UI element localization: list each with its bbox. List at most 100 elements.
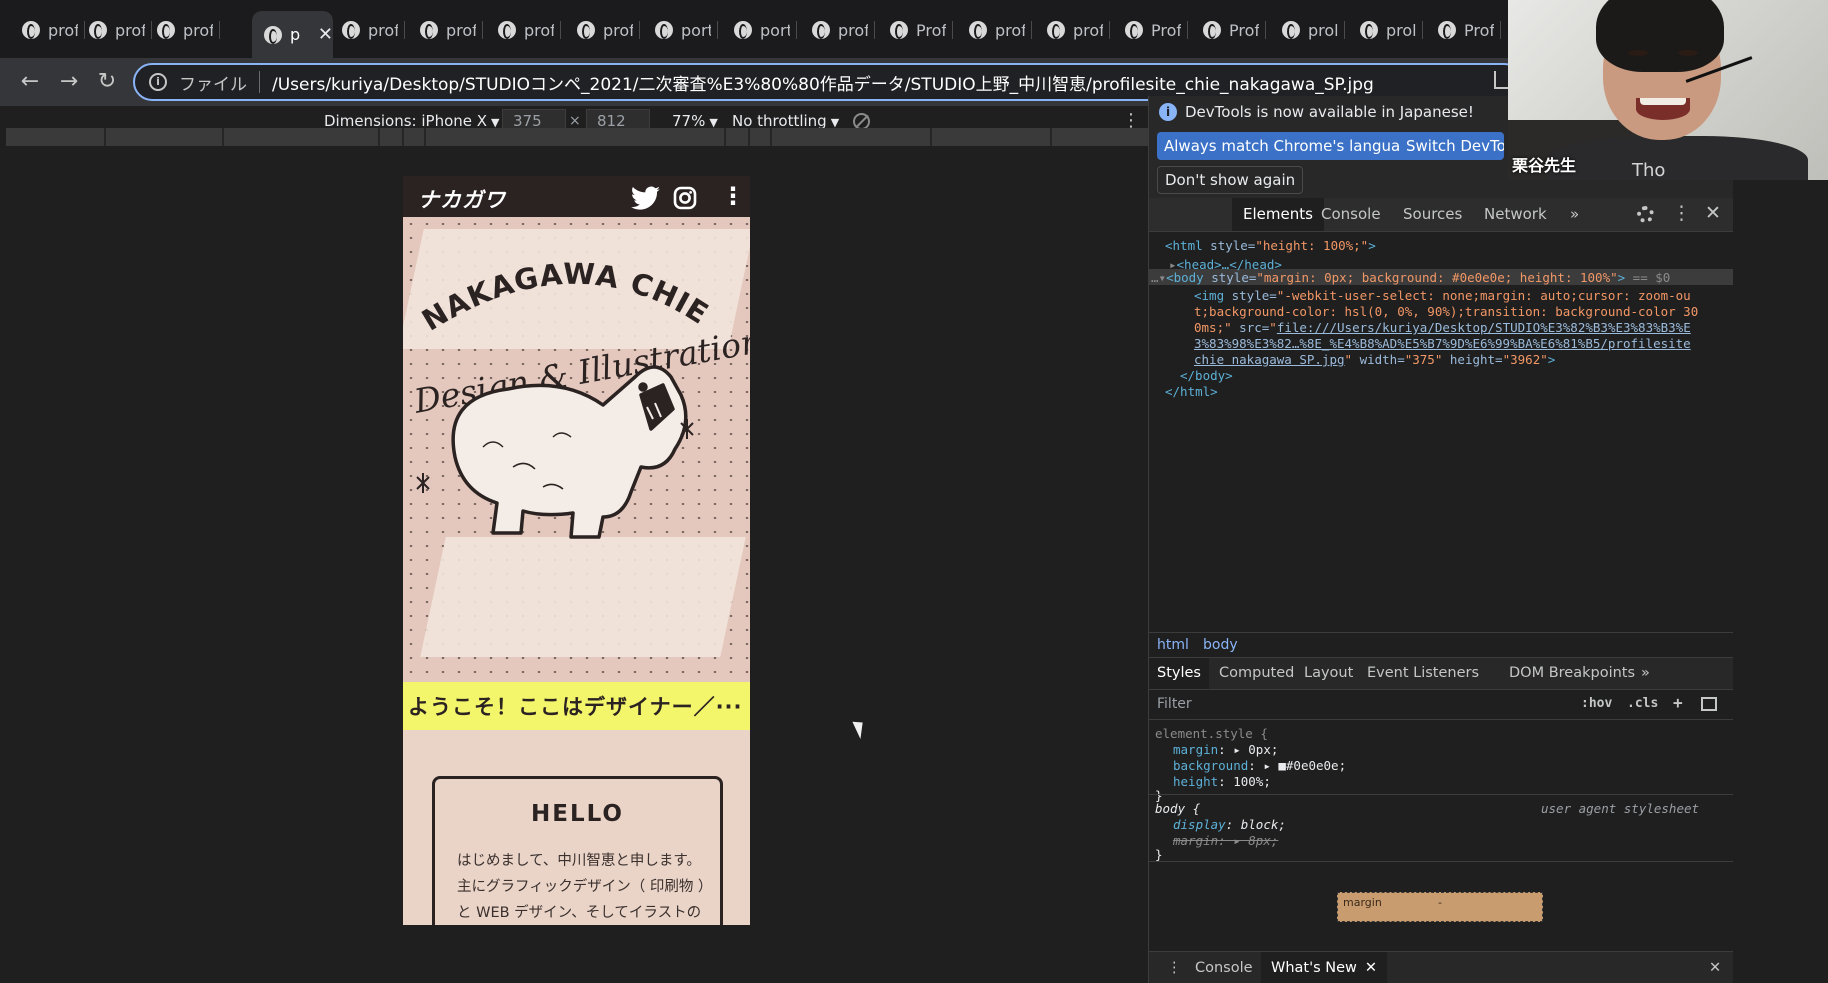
- styles-pane[interactable]: element.style { margin: ▸ 0px; backgroun…: [1149, 720, 1733, 956]
- globe-icon: [1282, 21, 1300, 39]
- dom-node-body-close[interactable]: </body>: [1180, 368, 1233, 384]
- attr-value: t;background-color: hsl(0, 0%, 90%);tran…: [1194, 304, 1699, 319]
- browser-tab[interactable]: Prof: [878, 11, 953, 49]
- site-header: ナカガワ ⋮: [403, 176, 750, 217]
- twitter-icon[interactable]: [631, 186, 661, 210]
- browser-tab[interactable]: prof: [957, 11, 1032, 49]
- tab-layout[interactable]: Layout: [1296, 658, 1361, 689]
- browser-tab[interactable]: p ✕: [252, 11, 333, 58]
- tab-computed[interactable]: Computed: [1211, 658, 1302, 689]
- back-icon[interactable]: ←: [16, 68, 44, 96]
- more-style-tabs-icon[interactable]: »: [1633, 658, 1658, 689]
- dont-show-again-button[interactable]: Don't show again: [1157, 166, 1304, 194]
- browser-tab[interactable]: profi: [565, 11, 640, 49]
- kebab-menu-icon[interactable]: ⋮: [721, 182, 745, 210]
- dom-node-html-close[interactable]: </html>: [1165, 384, 1218, 400]
- site-logo[interactable]: ナカガワ: [418, 184, 506, 214]
- tab-network[interactable]: Network: [1473, 198, 1558, 231]
- browser-tab[interactable]: profi: [408, 11, 483, 49]
- cls-toggle[interactable]: .cls: [1627, 696, 1658, 711]
- tab-separator: [874, 21, 875, 39]
- attr: width=: [1352, 352, 1405, 367]
- css-value: 100%;: [1233, 774, 1271, 789]
- globe-icon: [420, 21, 438, 39]
- browser-tab[interactable]: profi: [330, 11, 405, 49]
- device-viewport[interactable]: ナカガワ ⋮ NAKAGAWA CHIE Design & Illustrati…: [403, 176, 750, 925]
- url-text[interactable]: /Users/kuriya/Desktop/STUDIOコンペ_2021/二次審…: [272, 70, 1374, 95]
- tag: </html>: [1165, 384, 1218, 399]
- settings-gear-icon[interactable]: [1637, 206, 1654, 223]
- sidebar-toggle-icon[interactable]: [1701, 697, 1717, 711]
- browser-tab[interactable]: port: [643, 11, 718, 49]
- crumb-html[interactable]: html: [1157, 637, 1189, 653]
- globe-icon: [1360, 21, 1378, 39]
- instagram-icon[interactable]: [673, 186, 697, 210]
- always-match-language-button[interactable]: Always match Chrome's language: [1157, 132, 1426, 160]
- hov-toggle[interactable]: :hov: [1581, 696, 1612, 711]
- src-link[interactable]: chie nakagawa SP.jpg: [1194, 352, 1345, 367]
- browser-tab[interactable]: Prof: [1113, 11, 1188, 49]
- browser-tab[interactable]: profi: [145, 11, 220, 49]
- dom-node-body[interactable]: …▾<body style="margin: 0px; background: …: [1151, 270, 1670, 286]
- tab-console[interactable]: Console: [1310, 198, 1392, 231]
- browser-tab[interactable]: port: [722, 11, 797, 49]
- tab-separator: [1031, 21, 1032, 39]
- browser-tab[interactable]: prof: [1035, 11, 1110, 49]
- filter-input[interactable]: Filter: [1157, 696, 1192, 712]
- browser-tab[interactable]: Prof: [1191, 11, 1266, 49]
- css-declaration[interactable]: margin: ▸ 0px;: [1173, 742, 1278, 758]
- devtools-menu-icon[interactable]: ⋮: [1672, 202, 1691, 224]
- browser-tab[interactable]: profi: [77, 11, 152, 49]
- browser-tab[interactable]: proli: [1270, 11, 1345, 49]
- tab-separator: [404, 21, 405, 39]
- dom-node-img-cont: t;background-color: hsl(0, 0%, 90%);tran…: [1194, 304, 1698, 320]
- forward-icon[interactable]: →: [55, 68, 83, 96]
- collapse-icon[interactable]: ▾: [1159, 270, 1167, 285]
- attr: style=: [1224, 288, 1277, 303]
- switch-devtools-button[interactable]: Switch DevTool: [1399, 132, 1504, 160]
- css-declaration[interactable]: height: 100%;: [1173, 774, 1271, 790]
- reload-icon[interactable]: ↻: [93, 68, 121, 96]
- browser-tab[interactable]: prof: [800, 11, 875, 49]
- browser-tab[interactable]: profi: [486, 11, 561, 49]
- tab-styles[interactable]: Styles: [1149, 658, 1209, 689]
- user-agent-label: user agent stylesheet: [1541, 801, 1700, 816]
- tab-dom-breakpoints[interactable]: DOM Breakpoints: [1501, 658, 1643, 689]
- css-declaration[interactable]: background: ▸ ■#0e0e0e;: [1173, 758, 1346, 774]
- close-icon[interactable]: ✕: [1365, 960, 1377, 976]
- drawer-tab-console[interactable]: Console: [1185, 952, 1263, 983]
- browser-tab[interactable]: proli: [1348, 11, 1423, 49]
- webcam-participant-name: 栗谷先生: [1512, 156, 1577, 175]
- welcome-banner: ようこそ！ここはデザイナー／···: [403, 682, 750, 730]
- src-link[interactable]: file:///Users/kuriya/Desktop/STUDIO%E3%8…: [1277, 320, 1691, 335]
- src-link[interactable]: 3%83%98%E3%82…%8E_%E4%B8%AD%E5%B7%9D%E6%…: [1194, 336, 1691, 351]
- styles-filter[interactable]: Filter :hov .cls +: [1149, 690, 1733, 720]
- more-tabs-icon[interactable]: »: [1559, 198, 1590, 231]
- close-devtools-icon[interactable]: ✕: [1705, 202, 1721, 224]
- tab-event-listeners[interactable]: Event Listeners: [1359, 658, 1487, 689]
- browser-tab[interactable]: Prof: [1426, 11, 1501, 49]
- dom-tree[interactable]: <html style="height: 100%;"> ▸<head>…</h…: [1149, 232, 1733, 632]
- url-scheme: ファイル: [179, 74, 247, 95]
- tab-sources[interactable]: Sources: [1392, 198, 1473, 231]
- rule-divider: [1149, 794, 1733, 795]
- drawer-tab-whats-new[interactable]: What's New ✕: [1261, 952, 1388, 983]
- tab-strip: profi profi profi p✕ profi profi profi profi por…: [0, 0, 1508, 58]
- dom-node-img[interactable]: <img style="-webkit-user-select: none;ma…: [1194, 288, 1691, 304]
- new-rule-icon[interactable]: +: [1673, 693, 1683, 712]
- tab-separator: [1344, 21, 1345, 39]
- tab-title: profi: [183, 20, 213, 40]
- css-prop: margin: [1173, 742, 1219, 757]
- close-drawer-icon[interactable]: ✕: [1699, 952, 1731, 983]
- tag: </body>: [1180, 368, 1233, 383]
- dom-node-html[interactable]: <html style="height: 100%;">: [1165, 238, 1376, 254]
- box-model-diagram[interactable]: margin -: [1337, 892, 1543, 922]
- browser-tab[interactable]: profi: [10, 11, 85, 49]
- globe-icon: [1438, 21, 1456, 39]
- site-info-icon[interactable]: i: [149, 73, 167, 91]
- infobar-message: DevTools is now available in Japanese!: [1185, 103, 1474, 121]
- media-query-bar[interactable]: [6, 128, 1148, 146]
- crumb-body[interactable]: body: [1203, 637, 1238, 653]
- globe-icon: [812, 21, 830, 39]
- devtools-panel: i DevTools is now available in Japanese!…: [1148, 96, 1733, 983]
